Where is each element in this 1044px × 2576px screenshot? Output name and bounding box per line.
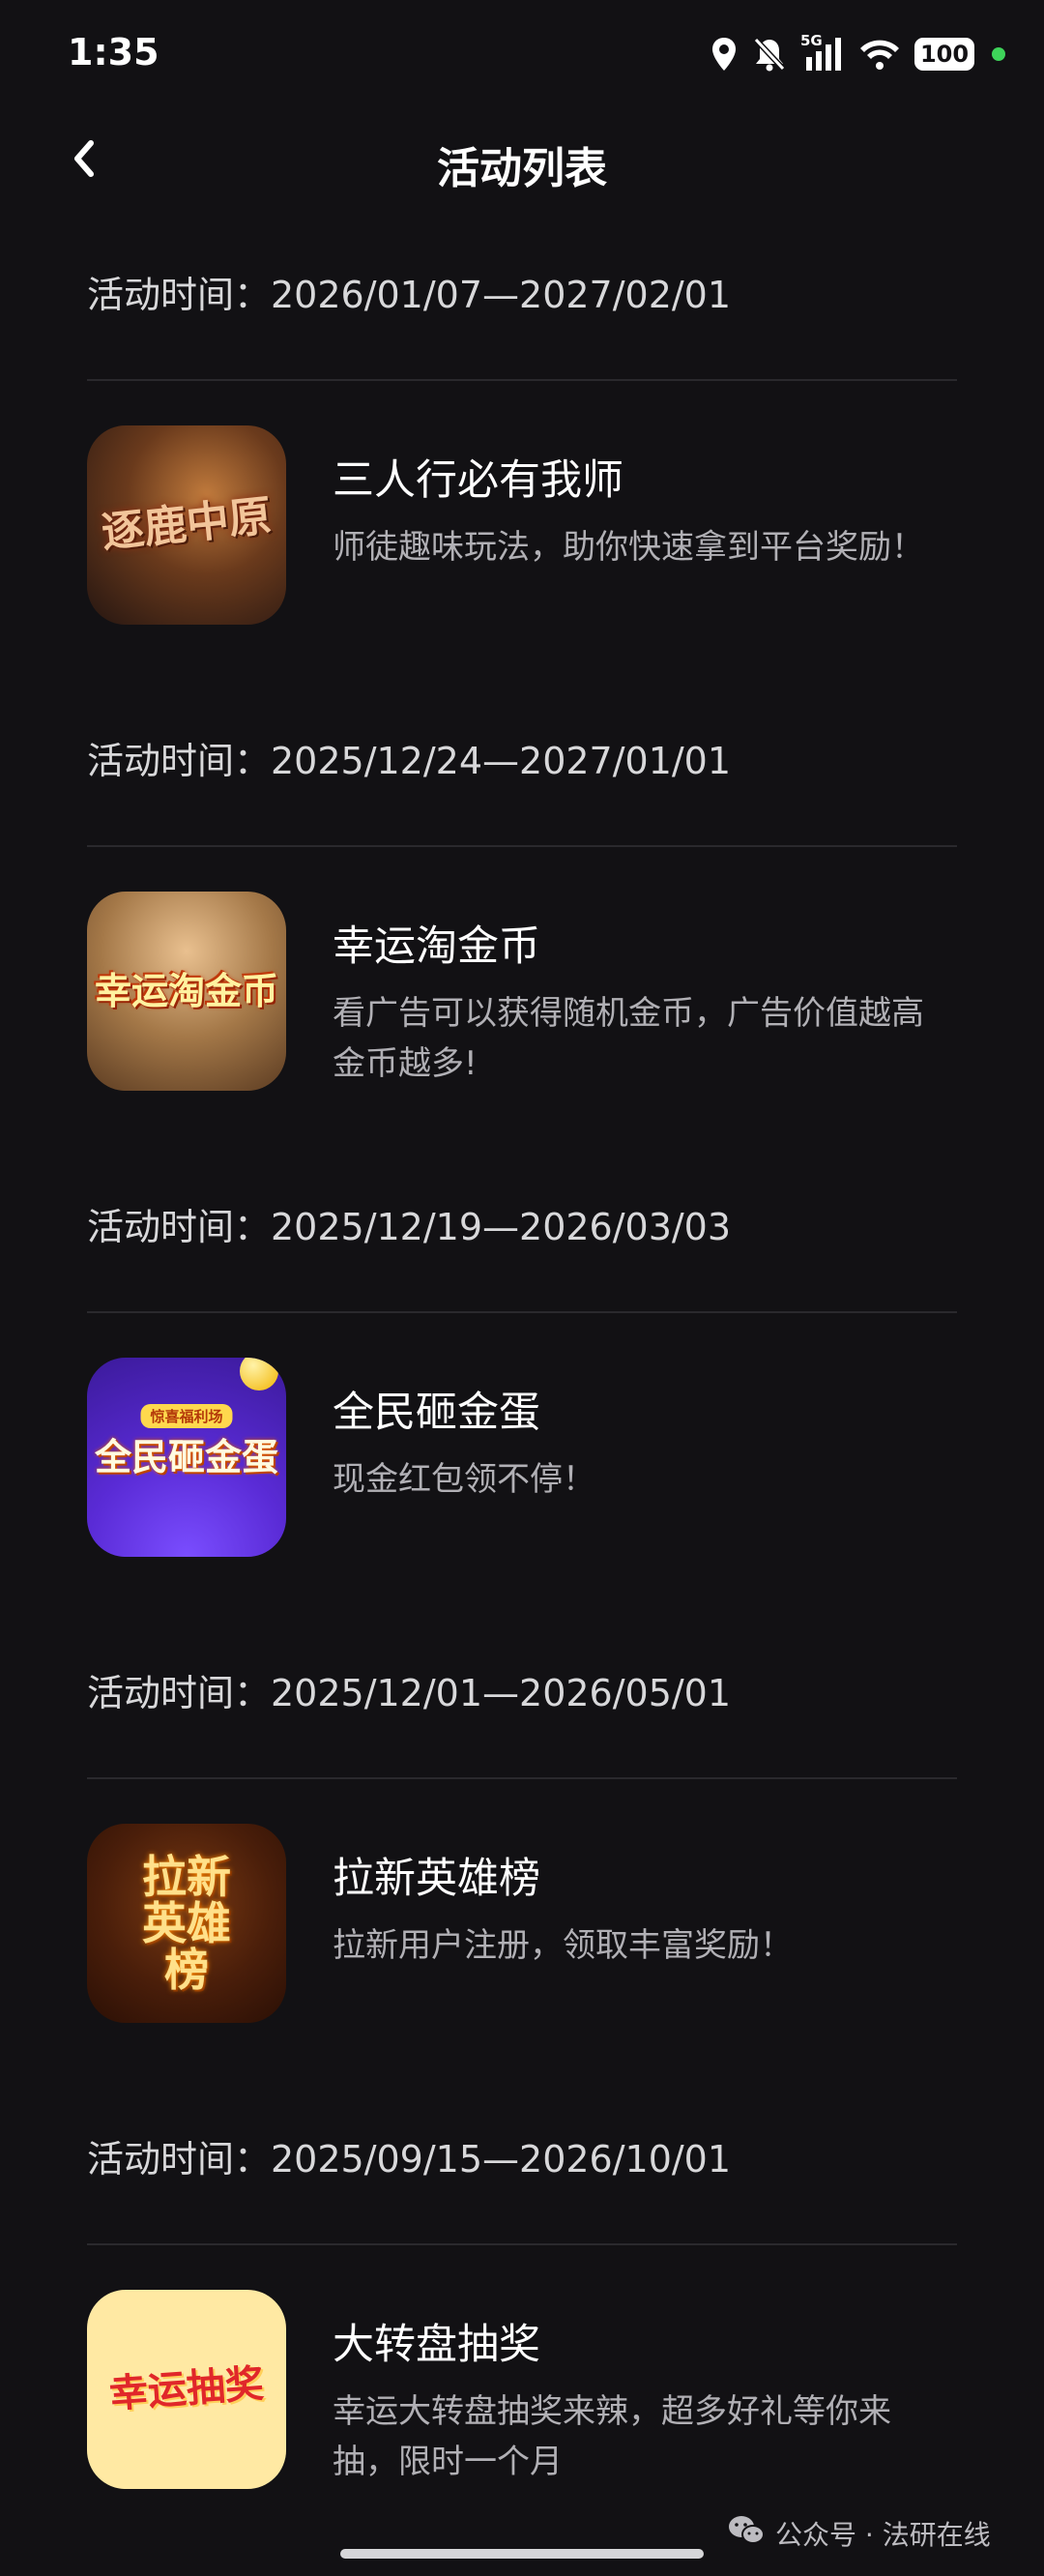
activity-description: 看广告可以获得随机金币，广告价值越高金币越多! bbox=[333, 994, 924, 1083]
watermark: 公众号 · 法研在线 bbox=[727, 2512, 991, 2555]
activity-description: 幸运大转盘抽奖来辣，超多好礼等你来抽，限时一个月 bbox=[333, 2392, 891, 2481]
activity-list: 活动时间：2026/01/07—2027/02/01 逐鹿中原 三人行必有我师 … bbox=[0, 242, 1044, 2572]
activity-thumbnail: 幸运抽奖 bbox=[87, 2290, 286, 2489]
activity-group: 活动时间：2025/12/19—2026/03/03 惊喜福利场 全民砸金蛋 全… bbox=[0, 1174, 1044, 1640]
activity-thumbnail: 拉新英雄榜 bbox=[87, 1824, 286, 2023]
watermark-text: 公众号 · 法研在线 bbox=[775, 2519, 991, 2551]
coin-icon bbox=[240, 1358, 278, 1390]
activity-description: 现金红包领不停！ bbox=[333, 1460, 595, 1499]
nav-bar: 活动列表 bbox=[0, 106, 1044, 213]
activity-time: 活动时间：2025/09/15—2026/10/01 bbox=[87, 2138, 732, 2181]
thumbnail-text: 全民砸金蛋 bbox=[94, 1435, 278, 1479]
activity-group: 活动时间：2025/12/01—2026/05/01 拉新英雄榜 拉新英雄榜 拉… bbox=[0, 1640, 1044, 2106]
divider bbox=[87, 2243, 957, 2245]
activity-title: 拉新英雄榜 bbox=[333, 1855, 540, 1903]
activity-group: 活动时间：2025/12/24—2027/01/01 幸运淘金币 幸运淘金币 看… bbox=[0, 708, 1044, 1174]
activity-group: 活动时间：2026/01/07—2027/02/01 逐鹿中原 三人行必有我师 … bbox=[0, 242, 1044, 708]
activity-title: 大转盘抽奖 bbox=[333, 2321, 540, 2369]
status-bar: 1:35 5G 100 bbox=[0, 0, 1044, 106]
thumbnail-badge: 惊喜福利场 bbox=[140, 1404, 233, 1428]
activity-time: 活动时间：2026/01/07—2027/02/01 bbox=[87, 274, 732, 316]
bell-muted-icon bbox=[752, 36, 787, 73]
activity-group: 活动时间：2025/09/15—2026/10/01 幸运抽奖 大转盘抽奖 幸运… bbox=[0, 2106, 1044, 2572]
activity-thumbnail: 惊喜福利场 全民砸金蛋 bbox=[87, 1358, 286, 1557]
activity-item[interactable]: 逐鹿中原 三人行必有我师 师徒趣味玩法，助你快速拿到平台奖励！ bbox=[87, 425, 957, 629]
status-icons: 5G 100 bbox=[710, 32, 1005, 75]
activity-time: 活动时间：2025/12/19—2026/03/03 bbox=[87, 1206, 732, 1248]
home-indicator[interactable] bbox=[340, 2549, 704, 2559]
divider bbox=[87, 1311, 957, 1313]
thumbnail-text: 拉新英雄榜 bbox=[142, 1850, 231, 1997]
activity-time: 活动时间：2025/12/24—2027/01/01 bbox=[87, 740, 732, 782]
wechat-icon bbox=[727, 2514, 766, 2554]
thumbnail-text: 幸运抽奖 bbox=[107, 2360, 266, 2417]
activity-title: 幸运淘金币 bbox=[333, 922, 540, 971]
activity-title: 三人行必有我师 bbox=[333, 456, 624, 505]
page-title: 活动列表 bbox=[437, 144, 607, 193]
divider bbox=[87, 1777, 957, 1779]
wifi-icon bbox=[858, 37, 901, 72]
activity-item[interactable]: 拉新英雄榜 拉新英雄榜 拉新用户注册，领取丰富奖励！ bbox=[87, 1824, 957, 2027]
activity-description: 拉新用户注册，领取丰富奖励！ bbox=[333, 1926, 793, 1965]
location-icon bbox=[710, 36, 739, 73]
activity-description: 师徒趣味玩法，助你快速拿到平台奖励！ bbox=[333, 528, 924, 567]
thumbnail-text: 幸运淘金币 bbox=[94, 969, 278, 1013]
signal-5g-icon: 5G bbox=[800, 32, 845, 73]
divider bbox=[87, 845, 957, 847]
status-time: 1:35 bbox=[68, 31, 160, 73]
activity-title: 全民砸金蛋 bbox=[333, 1389, 540, 1437]
battery-icon: 100 bbox=[914, 38, 974, 71]
divider bbox=[87, 379, 957, 381]
activity-item[interactable]: 幸运抽奖 大转盘抽奖 幸运大转盘抽奖来辣，超多好礼等你来抽，限时一个月 bbox=[87, 2290, 957, 2493]
activity-thumbnail: 幸运淘金币 bbox=[87, 892, 286, 1091]
activity-thumbnail: 逐鹿中原 bbox=[87, 425, 286, 625]
activity-item[interactable]: 幸运淘金币 幸运淘金币 看广告可以获得随机金币，广告价值越高金币越多! bbox=[87, 892, 957, 1095]
thumbnail-text: 逐鹿中原 bbox=[99, 490, 275, 558]
activity-item[interactable]: 惊喜福利场 全民砸金蛋 全民砸金蛋 现金红包领不停！ bbox=[87, 1358, 957, 1561]
charging-dot bbox=[992, 47, 1005, 61]
activity-time: 活动时间：2025/12/01—2026/05/01 bbox=[87, 1672, 732, 1714]
